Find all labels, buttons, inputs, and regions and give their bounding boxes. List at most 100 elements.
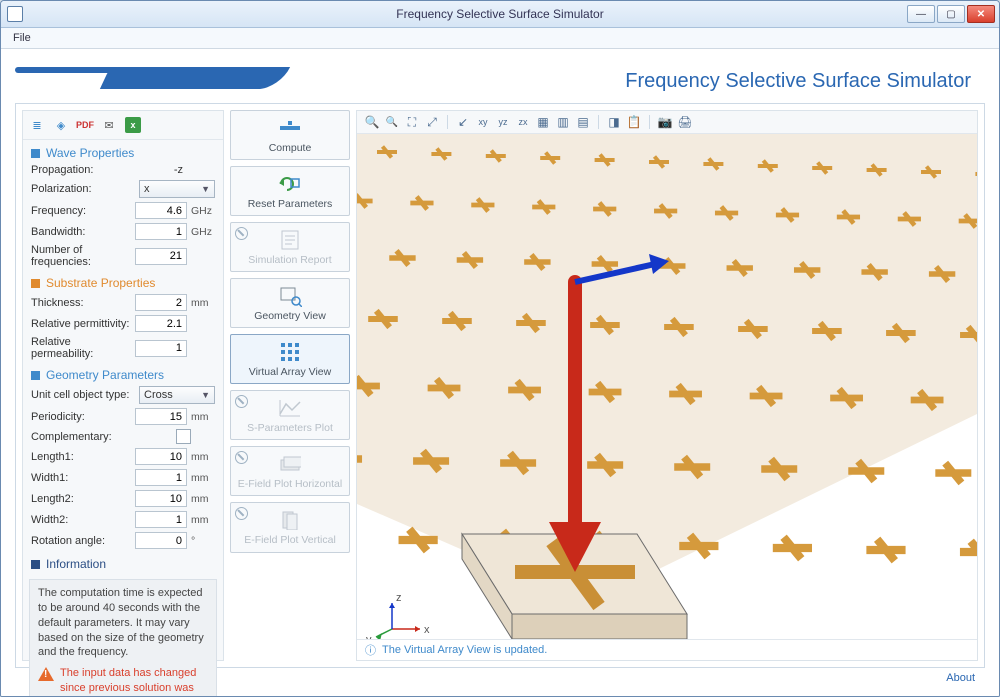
- clipboard-icon[interactable]: 📋: [625, 113, 643, 131]
- workarea: ≣ ◈ PDF ✉ x Wave Properties Propagation:…: [15, 103, 985, 668]
- permeability-label: Relative permeability:: [31, 336, 131, 360]
- svg-text:x: x: [424, 624, 430, 636]
- mail-icon[interactable]: ✉: [101, 117, 117, 133]
- info-heading: Information: [23, 551, 223, 573]
- window-title: Frequency Selective Surface Simulator: [1, 7, 999, 21]
- close-button[interactable]: ✕: [967, 5, 995, 23]
- list-icon[interactable]: ≣: [29, 117, 45, 133]
- celltype-dropdown[interactable]: Cross▼: [139, 386, 215, 404]
- left-toolbar: ≣ ◈ PDF ✉ x: [23, 111, 223, 140]
- reset-parameters-button[interactable]: Reset Parameters: [230, 166, 350, 216]
- compute-icon: [277, 117, 303, 139]
- substrate-heading: Substrate Properties: [23, 270, 223, 292]
- wireframe-icon[interactable]: ▥: [554, 113, 572, 131]
- frequency-input[interactable]: [135, 202, 187, 219]
- efield-horizontal-button: E-Field Plot Horizontal: [230, 446, 350, 496]
- zoom-box-icon[interactable]: ⛶: [403, 113, 421, 131]
- menubar: File: [1, 28, 999, 49]
- polarization-label: Polarization:: [31, 183, 135, 195]
- compute-button[interactable]: Compute: [230, 110, 350, 160]
- width2-input[interactable]: [135, 511, 187, 528]
- diamond-icon[interactable]: ◈: [53, 117, 69, 133]
- permittivity-input[interactable]: [135, 315, 187, 332]
- periodicity-input[interactable]: [135, 408, 187, 425]
- transparency-icon[interactable]: ▦: [534, 113, 552, 131]
- about-link[interactable]: About: [946, 672, 975, 684]
- array-view-icon: [277, 341, 303, 363]
- bandwidth-input[interactable]: [135, 223, 187, 240]
- frequency-label: Frequency:: [31, 205, 131, 217]
- disabled-icon: [235, 395, 248, 408]
- frequency-unit: GHz: [191, 205, 215, 217]
- geometry-view-button[interactable]: Geometry View: [230, 278, 350, 328]
- numfreq-label: Number of frequencies:: [31, 244, 131, 268]
- axis-triad: x y z: [366, 592, 430, 639]
- width2-label: Width2:: [31, 514, 131, 526]
- complementary-label: Complementary:: [31, 431, 172, 443]
- banner-swoosh: [15, 67, 335, 89]
- efield-vertical-button: E-Field Plot Vertical: [230, 502, 350, 552]
- efield-h-icon: [277, 453, 303, 475]
- length2-label: Length2:: [31, 493, 131, 505]
- length2-unit: mm: [191, 493, 215, 505]
- sparameters-plot-button: S-Parameters Plot: [230, 390, 350, 440]
- lighting-icon[interactable]: ▤: [574, 113, 592, 131]
- action-column: Compute Reset Parameters Simulation Repo…: [230, 110, 350, 661]
- yz-view-icon[interactable]: yz: [494, 113, 512, 131]
- complementary-checkbox[interactable]: [176, 429, 191, 444]
- zoom-in-icon[interactable]: 🔍: [363, 113, 381, 131]
- thickness-unit: mm: [191, 297, 215, 309]
- propagation-label: Propagation:: [31, 164, 127, 176]
- permeability-input[interactable]: [135, 340, 187, 357]
- celltype-label: Unit cell object type:: [31, 389, 135, 401]
- length1-unit: mm: [191, 451, 215, 463]
- numfreq-input[interactable]: [135, 248, 187, 265]
- width1-label: Width1:: [31, 472, 131, 484]
- length1-input[interactable]: [135, 448, 187, 465]
- bandwidth-label: Bandwidth:: [31, 226, 131, 238]
- graphics-panel: 🔍 🔍 ⛶ ⤢ ↙ xy yz zx ▦ ▥ ▤ ◨ 📋 📷: [356, 110, 978, 661]
- chevron-down-icon: ▼: [201, 184, 210, 194]
- banner: Frequency Selective Surface Simulator: [15, 63, 985, 99]
- rotation-input[interactable]: [135, 532, 187, 549]
- warning-icon: [38, 667, 54, 681]
- disabled-icon: [235, 507, 248, 520]
- info-text: The computation time is expected to be a…: [38, 586, 208, 660]
- pdf-icon[interactable]: PDF: [77, 117, 93, 133]
- viewport-3d[interactable]: x y z: [357, 134, 977, 639]
- scene-svg: x y z: [357, 134, 977, 639]
- sparam-icon: [277, 397, 303, 419]
- svg-text:z: z: [396, 592, 402, 604]
- select-icon[interactable]: ◨: [605, 113, 623, 131]
- propagation-value: -z: [131, 164, 187, 176]
- parameters-panel: ≣ ◈ PDF ✉ x Wave Properties Propagation:…: [22, 110, 224, 661]
- print-icon[interactable]: 🖨: [676, 113, 694, 131]
- length1-label: Length1:: [31, 451, 131, 463]
- thickness-input[interactable]: [135, 294, 187, 311]
- rotation-label: Rotation angle:: [31, 535, 131, 547]
- snapshot-icon[interactable]: 📷: [656, 113, 674, 131]
- app-window: Frequency Selective Surface Simulator — …: [0, 0, 1000, 697]
- polarization-dropdown[interactable]: x▼: [139, 180, 215, 198]
- default-view-icon[interactable]: ↙: [454, 113, 472, 131]
- zoom-out-icon[interactable]: 🔍: [383, 113, 401, 131]
- maximize-button[interactable]: ▢: [937, 5, 965, 23]
- width2-unit: mm: [191, 514, 215, 526]
- chevron-down-icon: ▼: [201, 390, 210, 400]
- length2-input[interactable]: [135, 490, 187, 507]
- disabled-icon: [235, 451, 248, 464]
- report-icon: [277, 229, 303, 251]
- bandwidth-unit: GHz: [191, 226, 215, 238]
- reset-icon: [277, 173, 303, 195]
- periodicity-label: Periodicity:: [31, 411, 131, 423]
- zoom-extents-icon[interactable]: ⤢: [423, 113, 441, 131]
- menu-file[interactable]: File: [7, 30, 37, 46]
- content-area: Frequency Selective Surface Simulator ≣ …: [1, 49, 999, 696]
- xy-view-icon[interactable]: xy: [474, 113, 492, 131]
- banner-title: Frequency Selective Surface Simulator: [625, 70, 971, 93]
- virtual-array-view-button[interactable]: Virtual Array View: [230, 334, 350, 384]
- zx-view-icon[interactable]: zx: [514, 113, 532, 131]
- excel-icon[interactable]: x: [125, 117, 141, 133]
- minimize-button[interactable]: —: [907, 5, 935, 23]
- width1-input[interactable]: [135, 469, 187, 486]
